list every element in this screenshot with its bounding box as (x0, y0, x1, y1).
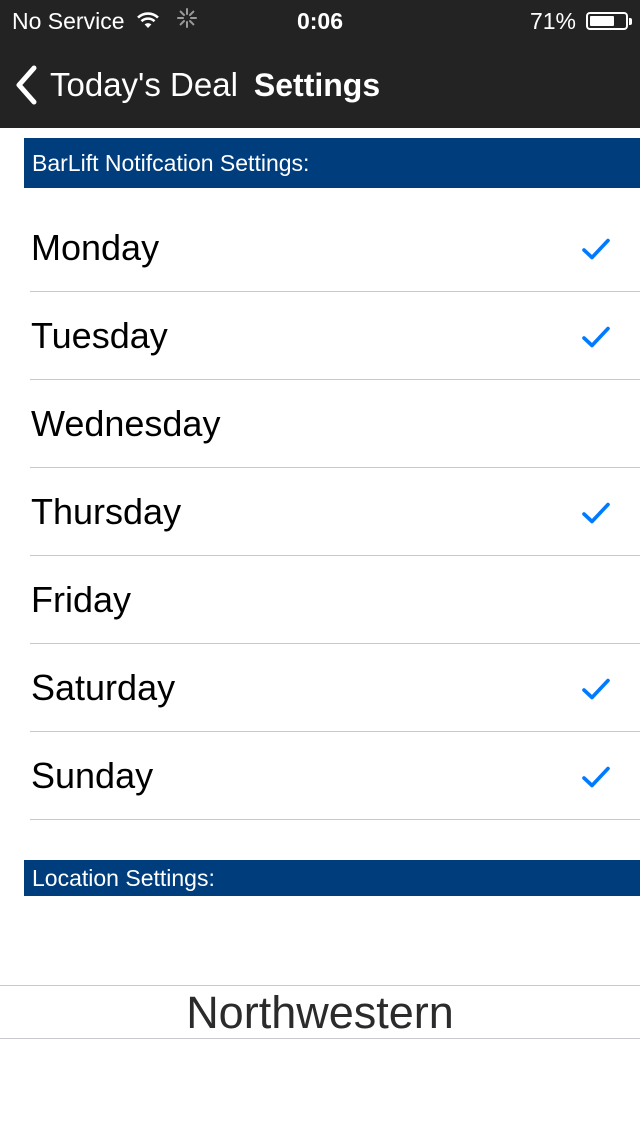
battery-fill (590, 16, 614, 26)
day-row-sunday[interactable]: Sunday (0, 732, 640, 820)
back-label: Today's Deal (50, 66, 238, 103)
day-row-thursday[interactable]: Thursday (0, 468, 640, 556)
row-divider (30, 819, 640, 820)
status-right: 71% (529, 7, 632, 35)
notification-settings-header: BarLift Notifcation Settings: (24, 138, 640, 188)
checkmark-icon (582, 326, 610, 353)
checkmark-icon (582, 502, 610, 529)
day-row-tuesday[interactable]: Tuesday (0, 292, 640, 380)
day-label: Saturday (31, 667, 176, 708)
page-title: Settings (253, 66, 381, 103)
day-label: Monday (31, 227, 160, 268)
day-label: Tuesday (31, 315, 168, 356)
location-settings-header: Location Settings: (24, 860, 640, 896)
settings-screen: No Service 0:06 71% Today's Deal Setting… (0, 0, 640, 1136)
day-row-friday[interactable]: Friday (0, 556, 640, 644)
battery-nub (629, 18, 632, 25)
day-row-saturday[interactable]: Saturday (0, 644, 640, 732)
back-button[interactable]: Today's Deal (14, 65, 238, 105)
checkmark-icon (582, 238, 610, 265)
picker-bottom-line (0, 1038, 640, 1039)
checkmark-icon (582, 678, 610, 705)
location-picker[interactable]: Northwestern (0, 986, 640, 1038)
day-label: Sunday (31, 755, 154, 796)
checkmark-icon (582, 766, 610, 793)
day-row-wednesday[interactable]: Wednesday (0, 380, 640, 468)
top-bar: No Service 0:06 71% Today's Deal Setting… (0, 0, 640, 128)
navigation-bar: Today's Deal Settings (0, 56, 640, 114)
day-row-monday[interactable]: Monday (0, 204, 640, 292)
day-label: Friday (31, 579, 132, 620)
day-label: Thursday (31, 491, 182, 532)
day-label: Wednesday (31, 403, 221, 444)
day-list: Monday Tuesday Wednesday Thursday Friday… (0, 204, 640, 820)
battery-percent: 71% (529, 7, 576, 34)
chevron-left-icon (14, 65, 38, 105)
battery-icon (586, 12, 632, 30)
